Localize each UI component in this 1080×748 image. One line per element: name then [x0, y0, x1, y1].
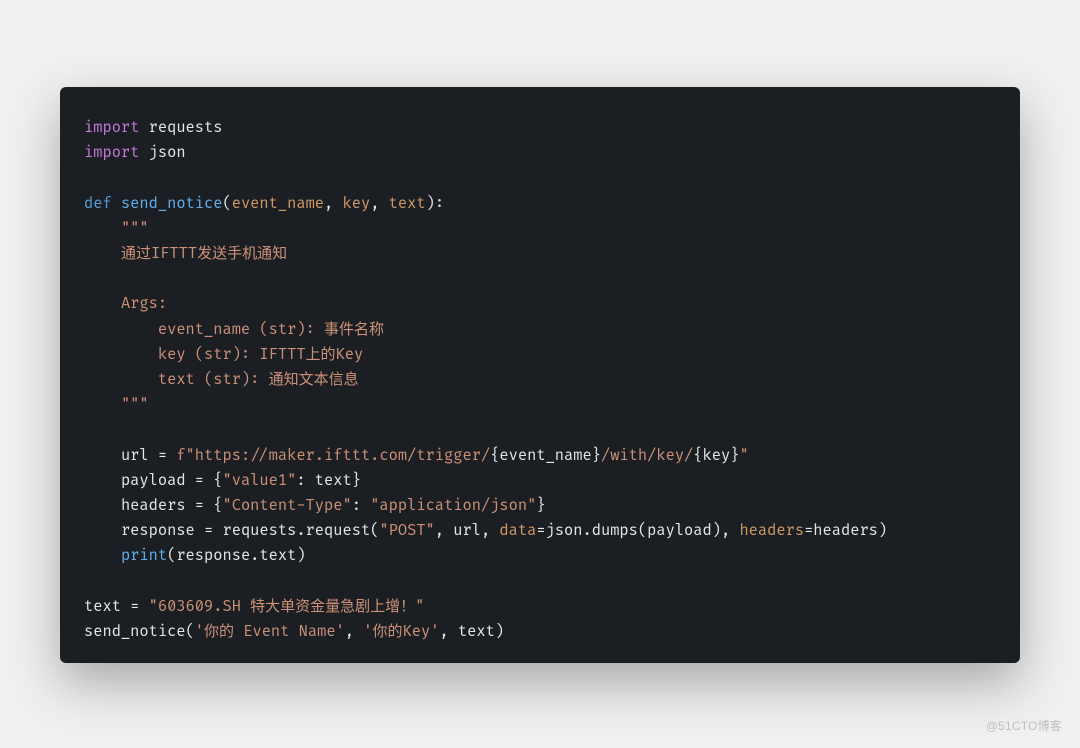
- function-name: send_notice: [121, 194, 223, 213]
- code-text: response = requests.request(: [121, 521, 379, 540]
- code-text: headers = {: [121, 496, 223, 515]
- builtin-print: print: [121, 546, 167, 565]
- param: event_name: [232, 194, 324, 213]
- code-text: send_notice(: [84, 622, 195, 641]
- code-text: text =: [84, 597, 149, 616]
- docstring-close: """: [121, 395, 149, 414]
- module-name: json: [149, 143, 186, 162]
- keyword-def: def: [84, 194, 112, 213]
- keyword-import: import: [84, 143, 139, 162]
- docstring-line: key (str): IFTTT上的Key: [158, 345, 363, 364]
- param: key: [343, 194, 371, 213]
- param: text: [389, 194, 426, 213]
- module-name: requests: [149, 118, 223, 137]
- docstring-line: 通过IFTTT发送手机通知: [121, 244, 287, 263]
- docstring-line: Args:: [121, 294, 167, 313]
- watermark-text: @51CTO博客: [986, 717, 1062, 734]
- keyword-import: import: [84, 118, 139, 137]
- code-card: import requests import json def send_not…: [60, 87, 1020, 663]
- docstring-open: """: [121, 219, 149, 238]
- code-text: url =: [121, 446, 176, 465]
- docstring-line: text (str): 通知文本信息: [158, 370, 359, 389]
- code-block: import requests import json def send_not…: [84, 115, 996, 644]
- docstring-line: event_name (str): 事件名称: [158, 320, 384, 339]
- code-text: payload = {: [121, 471, 223, 490]
